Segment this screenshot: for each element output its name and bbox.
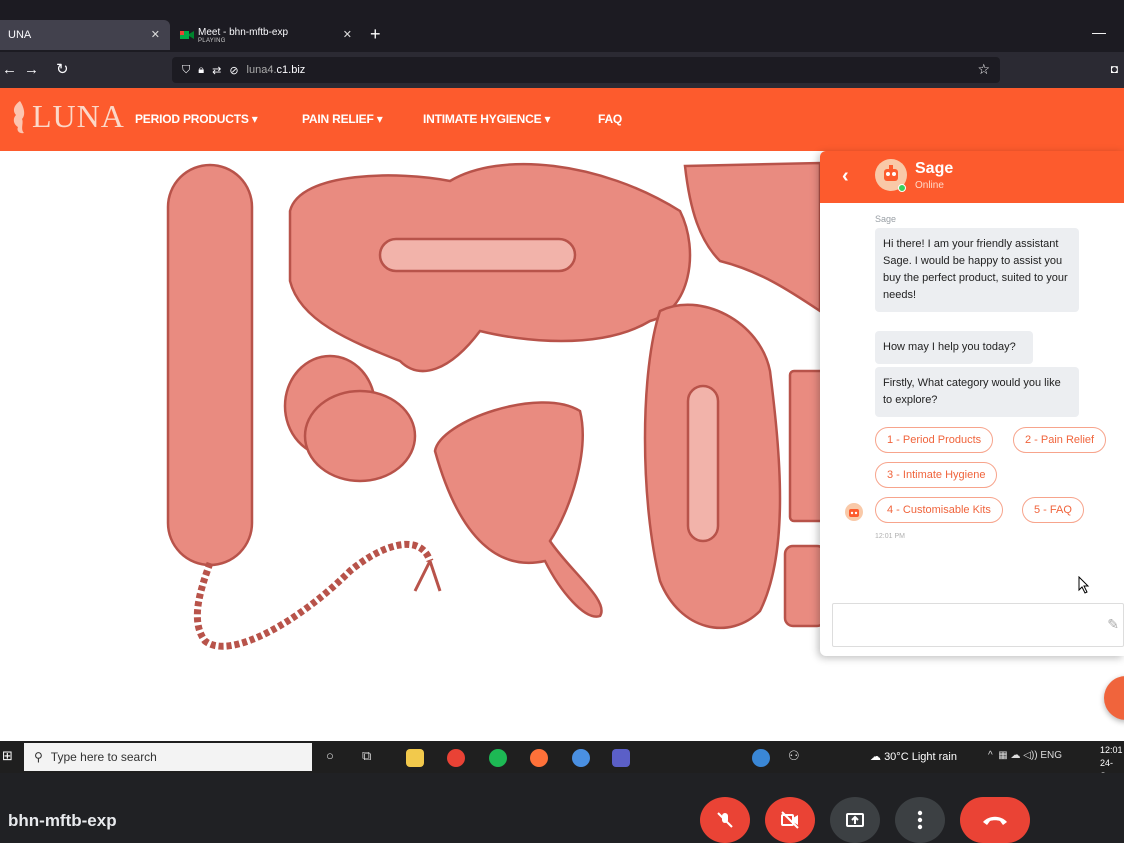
nav-faq[interactable]: FAQ xyxy=(598,112,622,126)
chat-message: How may I help you today? xyxy=(875,331,1033,364)
tab-luna[interactable]: UNA ✕ xyxy=(0,20,170,50)
option-period-products[interactable]: 1 - Period Products xyxy=(875,427,994,453)
meet-control-bar: bhn-mftb-exp xyxy=(0,773,1124,843)
shield-icon: ⛉ xyxy=(182,63,191,76)
tab-title: Meet - bhn-mftb-exp xyxy=(198,26,289,38)
cortana-icon[interactable]: ○ xyxy=(326,748,334,763)
phone-hangup-icon xyxy=(983,816,1007,825)
help-icon[interactable] xyxy=(752,749,770,767)
option-faq[interactable]: 5 - FAQ xyxy=(1022,497,1084,523)
message-timestamp: 12:01 PM xyxy=(875,533,905,540)
meet-favicon-icon xyxy=(180,30,194,40)
bot-status: Online xyxy=(915,180,944,191)
online-indicator xyxy=(898,184,906,192)
chrome-profile-icon[interactable] xyxy=(572,749,590,767)
browser-nav-bar: ← → ↻ ⛉ 🔒︎ ⇄ ⊘ luna4.c1.biz ☆ ◘ xyxy=(0,52,1124,88)
back-arrow-icon[interactable]: ← xyxy=(2,60,17,80)
end-call-button[interactable] xyxy=(960,797,1030,843)
teams-icon[interactable] xyxy=(612,749,630,767)
luna-logo[interactable]: LUNA xyxy=(8,98,125,135)
windows-start-icon[interactable]: ⊞ xyxy=(2,748,13,764)
chat-message: Firstly, What category would you like to… xyxy=(875,367,1079,417)
tab-meet[interactable]: Meet - bhn-mftb-exp PLAYING ✕ xyxy=(172,20,362,50)
menstrual-cup-illustration xyxy=(433,401,603,618)
bookmark-star-icon[interactable]: ☆ xyxy=(977,61,990,78)
paperclip-icon[interactable]: ✎ xyxy=(1107,616,1119,633)
close-tab-icon[interactable]: ✕ xyxy=(343,28,352,41)
present-icon xyxy=(846,813,864,827)
url-text: luna4.c1.biz xyxy=(246,64,306,76)
more-vertical-icon xyxy=(917,810,923,830)
bot-name: Sage xyxy=(915,160,954,177)
search-placeholder: Type here to search xyxy=(50,750,157,764)
tampon-illustration xyxy=(166,163,254,567)
tab-title: UNA xyxy=(8,29,32,41)
chrome-icon[interactable] xyxy=(447,749,465,767)
windows-taskbar: ⊞ ⚲ Type here to search ○ ⧉ ⚇ ☁ 30°C Lig… xyxy=(0,741,1124,781)
forward-arrow-icon[interactable]: → xyxy=(24,60,39,80)
chevron-left-icon[interactable]: ‹ xyxy=(842,165,849,188)
permissions-icon: ⇄ xyxy=(212,64,222,77)
weather-widget[interactable]: ☁ 30°C Light rain xyxy=(870,750,957,763)
reload-icon[interactable]: ↻ xyxy=(56,60,69,80)
underwear-illustration xyxy=(683,161,822,314)
search-icon: ⚲ xyxy=(34,750,43,764)
minimize-icon[interactable]: — xyxy=(1092,24,1106,40)
tab-playing-label: PLAYING xyxy=(198,37,226,44)
logo-text: LUNA xyxy=(32,98,125,134)
mic-off-button[interactable] xyxy=(700,797,750,843)
pocket-icon[interactable]: ◘ xyxy=(1111,62,1118,76)
nav-pain-relief[interactable]: PAIN RELIEF ▾ xyxy=(302,112,383,126)
chat-message-input[interactable]: ✎ xyxy=(832,603,1124,647)
tracking-off-icon: ⊘ xyxy=(229,64,239,77)
message-sender: Sage xyxy=(875,214,897,224)
browser-tab-bar: UNA ✕ Meet - bhn-mftb-exp PLAYING ✕ + — xyxy=(0,0,1124,52)
bot-icon xyxy=(845,503,863,521)
file-explorer-icon[interactable] xyxy=(406,749,424,767)
camera-off-icon xyxy=(781,811,799,829)
people-icon[interactable]: ⚇ xyxy=(788,748,800,764)
present-screen-button[interactable] xyxy=(830,797,880,843)
chat-message: Hi there! I am your friendly assistant S… xyxy=(875,228,1079,312)
nav-period-products[interactable]: PERIOD PRODUCTS ▾ xyxy=(135,112,258,126)
task-view-icon[interactable]: ⧉ xyxy=(362,748,371,764)
mouse-cursor-icon xyxy=(1078,575,1090,599)
option-customisable-kits[interactable]: 4 - Customisable Kits xyxy=(875,497,1003,523)
new-tab-icon[interactable]: + xyxy=(370,24,381,44)
firefox-icon[interactable] xyxy=(530,749,548,767)
lock-icon: 🔒︎ xyxy=(198,63,205,76)
system-tray[interactable]: ^ ▦ ☁ ◁)) ENG xyxy=(988,750,1062,761)
url-bar[interactable]: ⛉ 🔒︎ ⇄ ⊘ luna4.c1.biz ☆ xyxy=(172,57,1000,83)
option-pain-relief[interactable]: 2 - Pain Relief xyxy=(1013,427,1107,453)
woman-silhouette-icon xyxy=(13,100,25,133)
spotify-icon[interactable] xyxy=(489,749,507,767)
camera-off-button[interactable] xyxy=(765,797,815,843)
mic-off-icon xyxy=(717,812,733,828)
more-options-button[interactable] xyxy=(895,797,945,843)
meeting-title: bhn-mftb-exp xyxy=(8,811,117,830)
close-tab-icon[interactable]: ✕ xyxy=(151,28,160,41)
chat-header: ‹ Sage Online xyxy=(820,151,1124,203)
option-intimate-hygiene[interactable]: 3 - Intimate Hygiene xyxy=(875,462,998,488)
site-header: LUNA PERIOD PRODUCTS ▾ PAIN RELIEF ▾ INT… xyxy=(0,88,1124,151)
taskbar-search[interactable]: ⚲ Type here to search xyxy=(24,743,312,771)
nav-intimate-hygiene[interactable]: INTIMATE HYGIENCE ▾ xyxy=(423,112,551,126)
